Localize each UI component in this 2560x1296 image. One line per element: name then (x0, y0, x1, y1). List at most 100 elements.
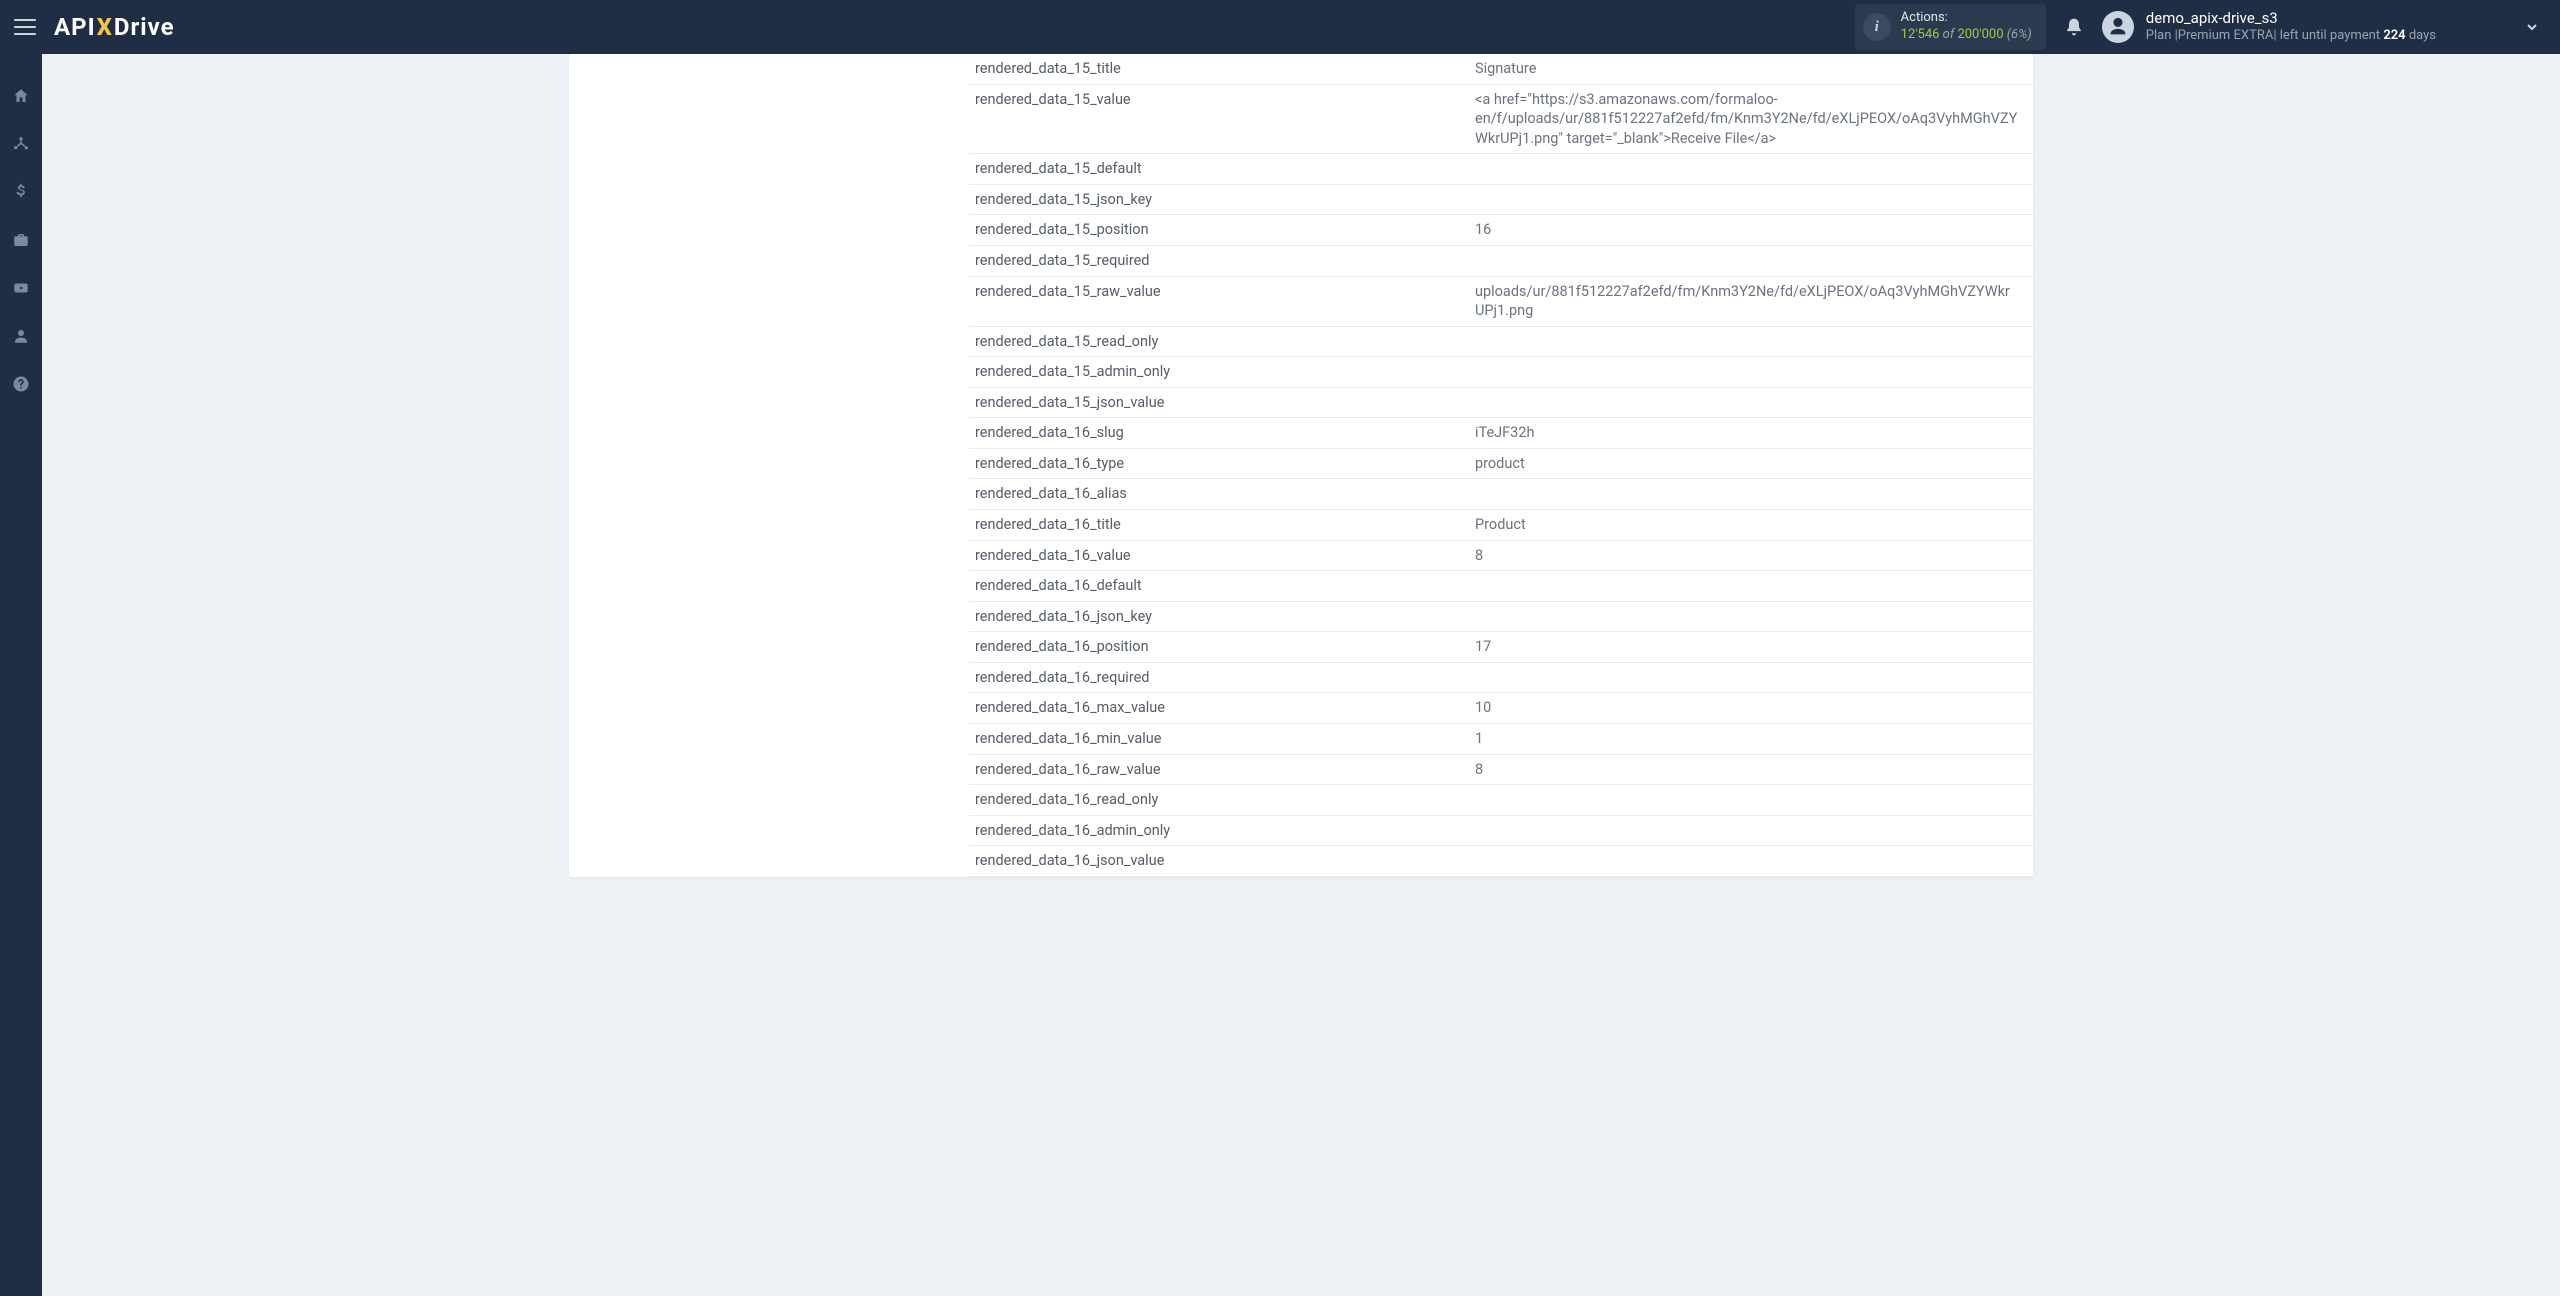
table-row[interactable]: rendered_data_16_required (969, 662, 2033, 693)
table-row[interactable]: rendered_data_16_slugiTeJF32h (969, 418, 2033, 449)
table-row[interactable]: rendered_data_15_json_value (969, 387, 2033, 418)
row-value: product (1469, 448, 2033, 479)
row-value: 10 (1469, 693, 2033, 724)
table-row[interactable]: rendered_data_16_json_value (969, 846, 2033, 877)
row-key: rendered_data_16_title (969, 510, 1469, 541)
sidebar-billing[interactable] (0, 180, 42, 204)
row-value (1469, 662, 2033, 693)
logo-x: X (97, 13, 113, 41)
table-row[interactable]: rendered_data_16_typeproduct (969, 448, 2033, 479)
row-key: rendered_data_15_json_value (969, 387, 1469, 418)
sidebar (0, 54, 42, 1296)
expand-user-menu-button[interactable] (2524, 19, 2540, 35)
table-row[interactable]: rendered_data_15_default (969, 154, 2033, 185)
actions-pct: (6%) (2004, 27, 2032, 42)
table-row[interactable]: rendered_data_16_position17 (969, 632, 2033, 663)
actions-text: Actions: 12'546 of 200'000 (6%) (1901, 10, 2032, 44)
row-value (1469, 785, 2033, 816)
avatar-icon (2102, 11, 2134, 43)
main-content: rendered_data_15_titleSignaturerendered_… (42, 54, 2560, 1296)
table-row[interactable]: rendered_data_15_required (969, 245, 2033, 276)
row-value: 1 (1469, 723, 2033, 754)
row-value (1469, 815, 2033, 846)
table-row[interactable]: rendered_data_15_value<a href="https://s… (969, 84, 2033, 154)
row-key: rendered_data_15_read_only (969, 326, 1469, 357)
row-value (1469, 846, 2033, 877)
row-key: rendered_data_15_required (969, 245, 1469, 276)
sidebar-briefcase[interactable] (0, 228, 42, 252)
user-name: demo_apix-drive_s3 (2146, 9, 2436, 29)
row-key: rendered_data_16_slug (969, 418, 1469, 449)
row-key: rendered_data_16_max_value (969, 693, 1469, 724)
row-key: rendered_data_16_type (969, 448, 1469, 479)
actions-of: of (1939, 27, 1957, 42)
row-value: 16 (1469, 215, 2033, 246)
plan-days: 224 (2383, 28, 2405, 43)
row-key: rendered_data_16_alias (969, 479, 1469, 510)
row-key: rendered_data_15_position (969, 215, 1469, 246)
panel-left-spacer (569, 54, 969, 877)
row-value: Product (1469, 510, 2033, 541)
sidebar-home[interactable] (0, 84, 42, 108)
table-row[interactable]: rendered_data_16_max_value10 (969, 693, 2033, 724)
row-key: rendered_data_15_json_key (969, 184, 1469, 215)
table-row[interactable]: rendered_data_15_json_key (969, 184, 2033, 215)
actions-max: 200'000 (1957, 27, 2003, 42)
row-key: rendered_data_15_raw_value (969, 276, 1469, 326)
plan-mid: | left until payment (2273, 28, 2383, 43)
row-key: rendered_data_16_json_value (969, 846, 1469, 877)
plan-prefix: Plan | (2146, 28, 2178, 43)
row-value (1469, 601, 2033, 632)
table-row[interactable]: rendered_data_15_admin_only (969, 357, 2033, 388)
logo-drive: Drive (114, 13, 175, 41)
sidebar-connections[interactable] (0, 132, 42, 156)
actions-counter[interactable]: i Actions: 12'546 of 200'000 (6%) (1855, 4, 2046, 50)
row-value: Signature (1469, 54, 2033, 84)
row-key: rendered_data_15_default (969, 154, 1469, 185)
table-row[interactable]: rendered_data_15_titleSignature (969, 54, 2033, 84)
key-value-table-area: rendered_data_15_titleSignaturerendered_… (969, 54, 2033, 877)
notifications-button[interactable] (2064, 17, 2084, 37)
sidebar-help[interactable] (0, 372, 42, 396)
row-value: uploads/ur/881f512227af2efd/fm/Knm3Y2Ne/… (1469, 276, 2033, 326)
sidebar-account[interactable] (0, 324, 42, 348)
table-row[interactable]: rendered_data_16_json_key (969, 601, 2033, 632)
row-value (1469, 326, 2033, 357)
table-row[interactable]: rendered_data_15_position16 (969, 215, 2033, 246)
data-panel: rendered_data_15_titleSignaturerendered_… (569, 54, 2033, 877)
key-value-table: rendered_data_15_titleSignaturerendered_… (969, 54, 2033, 877)
table-row[interactable]: rendered_data_16_alias (969, 479, 2033, 510)
table-row[interactable]: rendered_data_16_titleProduct (969, 510, 2033, 541)
row-key: rendered_data_16_default (969, 571, 1469, 602)
topbar-right: i Actions: 12'546 of 200'000 (6%) demo_a… (1855, 0, 2560, 54)
row-key: rendered_data_16_admin_only (969, 815, 1469, 846)
table-row[interactable]: rendered_data_16_min_value1 (969, 723, 2033, 754)
table-row[interactable]: rendered_data_16_raw_value8 (969, 754, 2033, 785)
row-key: rendered_data_16_read_only (969, 785, 1469, 816)
menu-toggle-button[interactable] (14, 19, 36, 35)
row-value (1469, 154, 2033, 185)
logo[interactable]: APIXDrive (54, 13, 175, 41)
table-row[interactable]: rendered_data_15_read_only (969, 326, 2033, 357)
row-key: rendered_data_16_raw_value (969, 754, 1469, 785)
table-row[interactable]: rendered_data_15_raw_valueuploads/ur/881… (969, 276, 2033, 326)
row-key: rendered_data_15_value (969, 84, 1469, 154)
plan-name: Premium EXTRA (2178, 28, 2274, 43)
table-row[interactable]: rendered_data_16_admin_only (969, 815, 2033, 846)
table-row[interactable]: rendered_data_16_read_only (969, 785, 2033, 816)
row-value (1469, 184, 2033, 215)
actions-label: Actions: (1901, 10, 2032, 27)
sidebar-video[interactable] (0, 276, 42, 300)
table-row[interactable]: rendered_data_16_value8 (969, 540, 2033, 571)
topbar: APIXDrive i Actions: 12'546 of 200'000 (… (0, 0, 2560, 54)
user-text: demo_apix-drive_s3 Plan |Premium EXTRA| … (2146, 9, 2436, 45)
row-key: rendered_data_16_min_value (969, 723, 1469, 754)
info-icon: i (1863, 13, 1891, 41)
table-row[interactable]: rendered_data_16_default (969, 571, 2033, 602)
row-key: rendered_data_16_required (969, 662, 1469, 693)
actions-current: 12'546 (1901, 27, 1940, 42)
row-value (1469, 571, 2033, 602)
topbar-left: APIXDrive (0, 13, 175, 41)
row-value: iTeJF32h (1469, 418, 2033, 449)
user-menu[interactable]: demo_apix-drive_s3 Plan |Premium EXTRA| … (2102, 9, 2436, 45)
